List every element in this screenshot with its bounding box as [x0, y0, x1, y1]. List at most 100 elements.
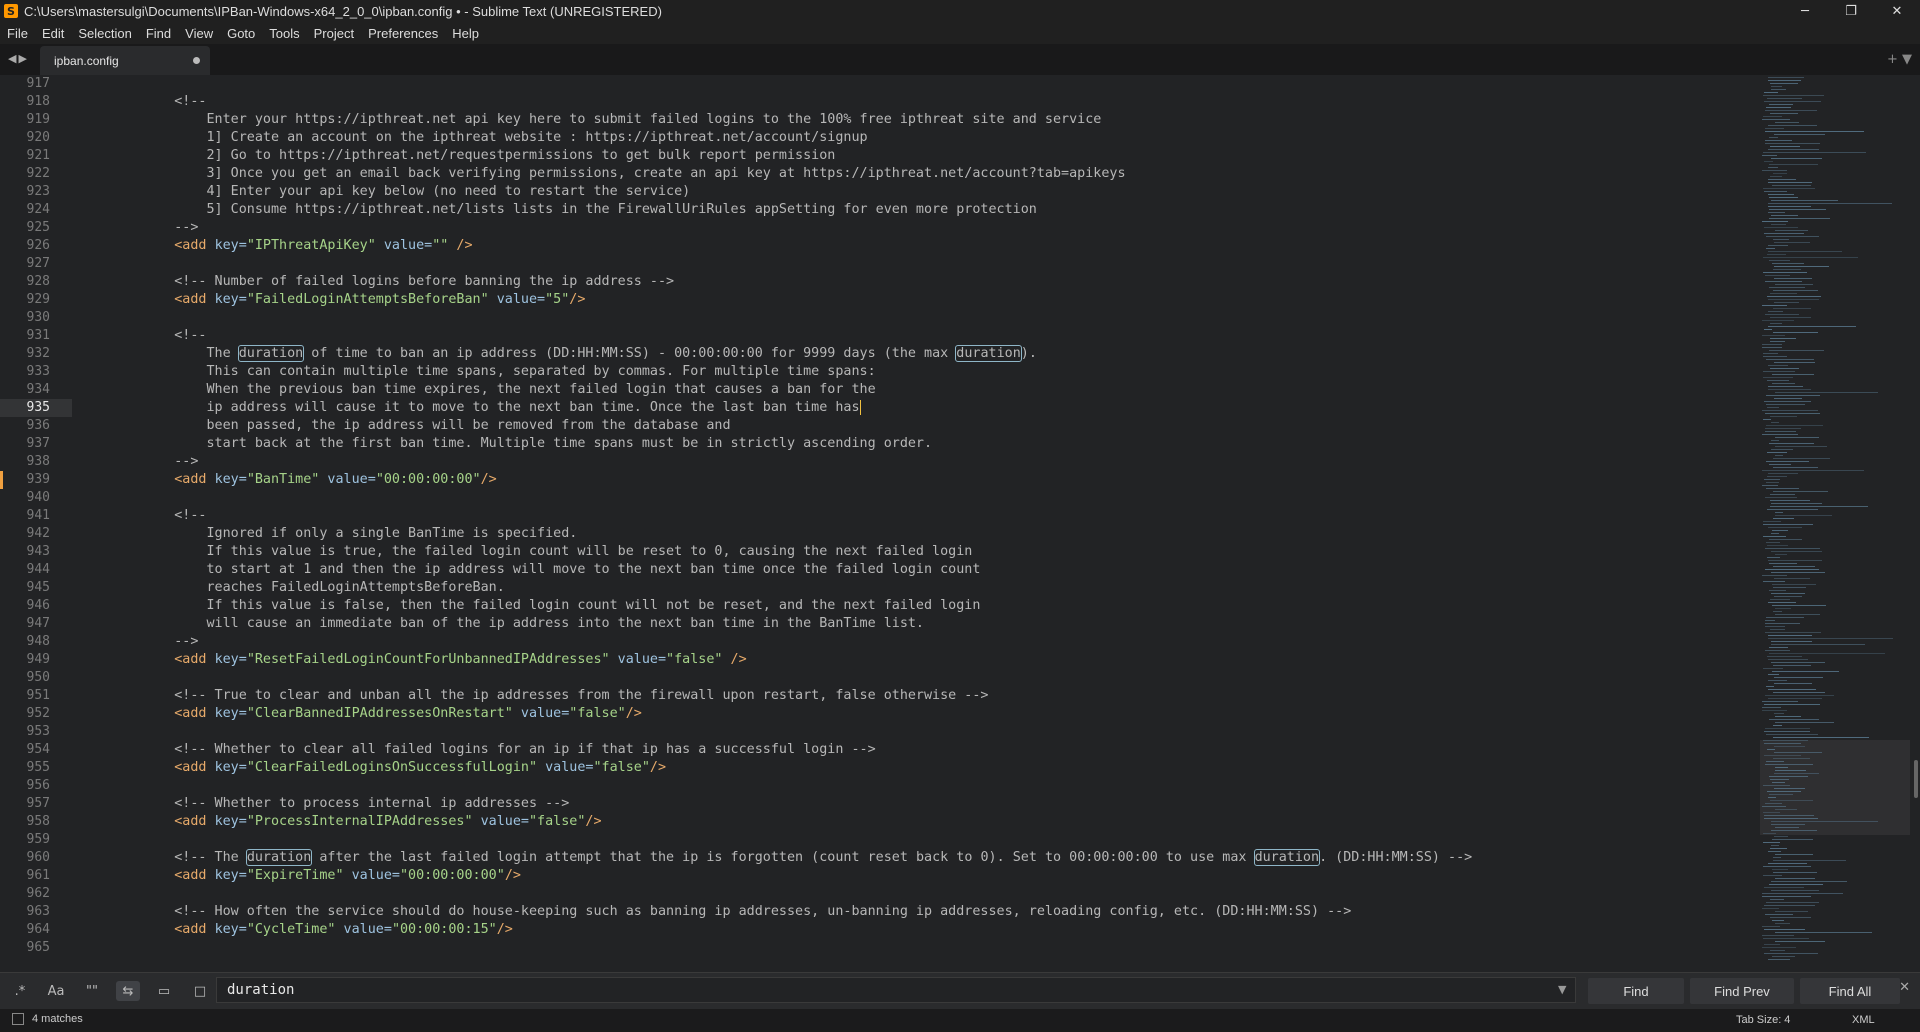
minimap-line: [1763, 95, 1824, 96]
code-line[interactable]: <add key="ResetFailedLoginCountForUnbann…: [142, 651, 746, 669]
unsaved-dot-icon[interactable]: [193, 57, 200, 64]
menu-help[interactable]: Help: [445, 26, 486, 41]
minimap-line: [1770, 113, 1798, 114]
menu-file[interactable]: File: [0, 26, 35, 41]
menu-preferences[interactable]: Preferences: [361, 26, 445, 41]
code-line[interactable]: will cause an immediate ban of the ip ad…: [142, 615, 924, 633]
wrap-toggle[interactable]: ⇆: [116, 981, 140, 1001]
code-line[interactable]: -->: [142, 633, 198, 651]
tab-ipban-config[interactable]: ipban.config: [40, 46, 210, 75]
minimize-button[interactable]: ─: [1782, 0, 1828, 22]
minimap-line: [1774, 746, 1805, 747]
editor-area[interactable]: 917 918 919 920 921 922 923 924 925 926 927 928 929 9…: [0, 75, 1920, 967]
code-token: "ClearBannedIPAddressesOnRestart": [246, 706, 513, 721]
line-number: 929: [26, 292, 50, 307]
find-all-button[interactable]: Find All: [1800, 978, 1900, 1004]
code-line[interactable]: <add key="FailedLoginAttemptsBeforeBan" …: [142, 291, 585, 309]
code-line[interactable]: <add key="ClearFailedLoginsOnSuccessfulL…: [142, 759, 666, 777]
code-line[interactable]: ip address will cause it to move to the …: [142, 399, 861, 417]
code-line[interactable]: If this value is false, then the failed …: [142, 597, 980, 615]
minimap-line: [1765, 803, 1782, 804]
find-button[interactable]: Find: [1588, 978, 1684, 1004]
code-line[interactable]: The duration of time to ban an ip addres…: [142, 345, 1037, 363]
code-token: value=: [335, 922, 392, 937]
vertical-scrollbar[interactable]: [1912, 75, 1920, 967]
minimap-line: [1762, 908, 1779, 909]
highlight-matches-toggle[interactable]: □: [188, 981, 212, 1001]
find-prev-button[interactable]: Find Prev: [1690, 978, 1794, 1004]
code-line[interactable]: been passed, the ip address will be remo…: [142, 417, 730, 435]
tab-nav-arrows-icon[interactable]: ◀▶: [8, 52, 29, 65]
menu-tools[interactable]: Tools: [262, 26, 306, 41]
code-line[interactable]: <!-- Whether to clear all failed logins …: [142, 741, 875, 759]
whole-word-toggle[interactable]: "": [80, 981, 104, 1001]
code-line[interactable]: 3] Once you get an email back verifying …: [142, 165, 1126, 183]
code-line[interactable]: <add key="CycleTime" value="00:00:00:15"…: [142, 921, 513, 939]
code-line[interactable]: Enter your https://ipthreat.net api key …: [142, 111, 1101, 129]
code-token: ).: [1020, 346, 1037, 361]
line-number: 960: [26, 850, 50, 865]
minimap-line: [1772, 383, 1795, 384]
code-line[interactable]: <add key="BanTime" value="00:00:00:00"/>: [142, 471, 497, 489]
code-line[interactable]: <!--: [142, 507, 207, 525]
menu-goto[interactable]: Goto: [220, 26, 262, 41]
minimap-line: [1768, 203, 1892, 204]
code-line[interactable]: When the previous ban time expires, the …: [142, 381, 875, 399]
code-line[interactable]: 2] Go to https://ipthreat.net/requestper…: [142, 147, 835, 165]
minimap-line: [1774, 578, 1810, 579]
code-line[interactable]: This can contain multiple time spans, se…: [142, 363, 875, 381]
code-line[interactable]: <add key="ExpireTime" value="00:00:00:00…: [142, 867, 521, 885]
minimap-line: [1773, 290, 1818, 291]
code-line[interactable]: <!-- Whether to process internal ip addr…: [142, 795, 569, 813]
code-token: 3] Once you get an email back verifying …: [142, 166, 1126, 181]
close-window-button[interactable]: ✕: [1874, 0, 1920, 22]
minimap-line: [1771, 881, 1847, 882]
code-token: <!--: [142, 508, 207, 523]
code-line[interactable]: <!-- True to clear and unban all the ip …: [142, 687, 988, 705]
menu-selection[interactable]: Selection: [71, 26, 138, 41]
code-line[interactable]: to start at 1 and then the ip address wi…: [142, 561, 980, 579]
code-line[interactable]: <!-- How often the service should do hou…: [142, 903, 1351, 921]
in-selection-toggle[interactable]: ▭: [152, 981, 176, 1001]
close-find-icon[interactable]: ✕: [1899, 980, 1910, 995]
code-token: "false": [528, 814, 586, 829]
code-line[interactable]: If this value is true, the failed login …: [142, 543, 972, 561]
code-line[interactable]: <!--: [142, 327, 206, 345]
tab-size-indicator[interactable]: Tab Size: 4: [1736, 1014, 1790, 1026]
code-view[interactable]: <!-- Enter your https://ipthreat.net api…: [142, 75, 1762, 967]
panel-toggle-icon[interactable]: [12, 1013, 24, 1025]
code-line[interactable]: -->: [142, 453, 198, 471]
syntax-indicator[interactable]: XML: [1852, 1014, 1875, 1026]
code-line[interactable]: 4] Enter your api key below (no need to …: [142, 183, 690, 201]
code-line[interactable]: 5] Consume https://ipthreat.net/lists li…: [142, 201, 1036, 219]
new-tab-and-menu-icons[interactable]: + ▼: [1887, 52, 1912, 67]
menu-bar: File Edit Selection Find View Goto Tools…: [0, 22, 1920, 44]
menu-edit[interactable]: Edit: [35, 26, 71, 41]
line-number: 952: [26, 706, 50, 721]
minimap-line: [1769, 590, 1786, 591]
code-line[interactable]: <!--: [142, 93, 206, 111]
code-line[interactable]: <add key="ClearBannedIPAddressesOnRestar…: [142, 705, 642, 723]
scrollbar-thumb[interactable]: [1914, 760, 1918, 798]
code-line[interactable]: <add key="IPThreatApiKey" value="" />: [142, 237, 472, 255]
find-input[interactable]: [216, 977, 1576, 1003]
code-line[interactable]: start back at the first ban time. Multip…: [142, 435, 932, 453]
code-token: <add: [174, 922, 215, 937]
find-history-dropdown-icon[interactable]: ▼: [1558, 983, 1566, 996]
minimap-line: [1775, 767, 1788, 768]
code-line[interactable]: <!-- Number of failed logins before bann…: [142, 273, 674, 291]
code-line[interactable]: <!-- The duration after the last failed …: [142, 849, 1472, 867]
code-line[interactable]: 1] Create an account on the ipthreat web…: [142, 129, 867, 147]
code-line[interactable]: reaches FailedLoginAttemptsBeforeBan.: [142, 579, 504, 597]
case-sensitive-toggle[interactable]: Aa: [44, 981, 68, 1001]
menu-project[interactable]: Project: [307, 26, 361, 41]
code-line[interactable]: <add key="ProcessInternalIPAddresses" va…: [142, 813, 601, 831]
code-line[interactable]: -->: [142, 219, 198, 237]
minimap[interactable]: [1760, 75, 1910, 967]
menu-find[interactable]: Find: [139, 26, 178, 41]
maximize-button[interactable]: ❐: [1828, 0, 1874, 22]
regex-toggle[interactable]: .*: [8, 981, 32, 1001]
menu-view[interactable]: View: [178, 26, 220, 41]
code-line[interactable]: Ignored if only a single BanTime is spec…: [142, 525, 577, 543]
